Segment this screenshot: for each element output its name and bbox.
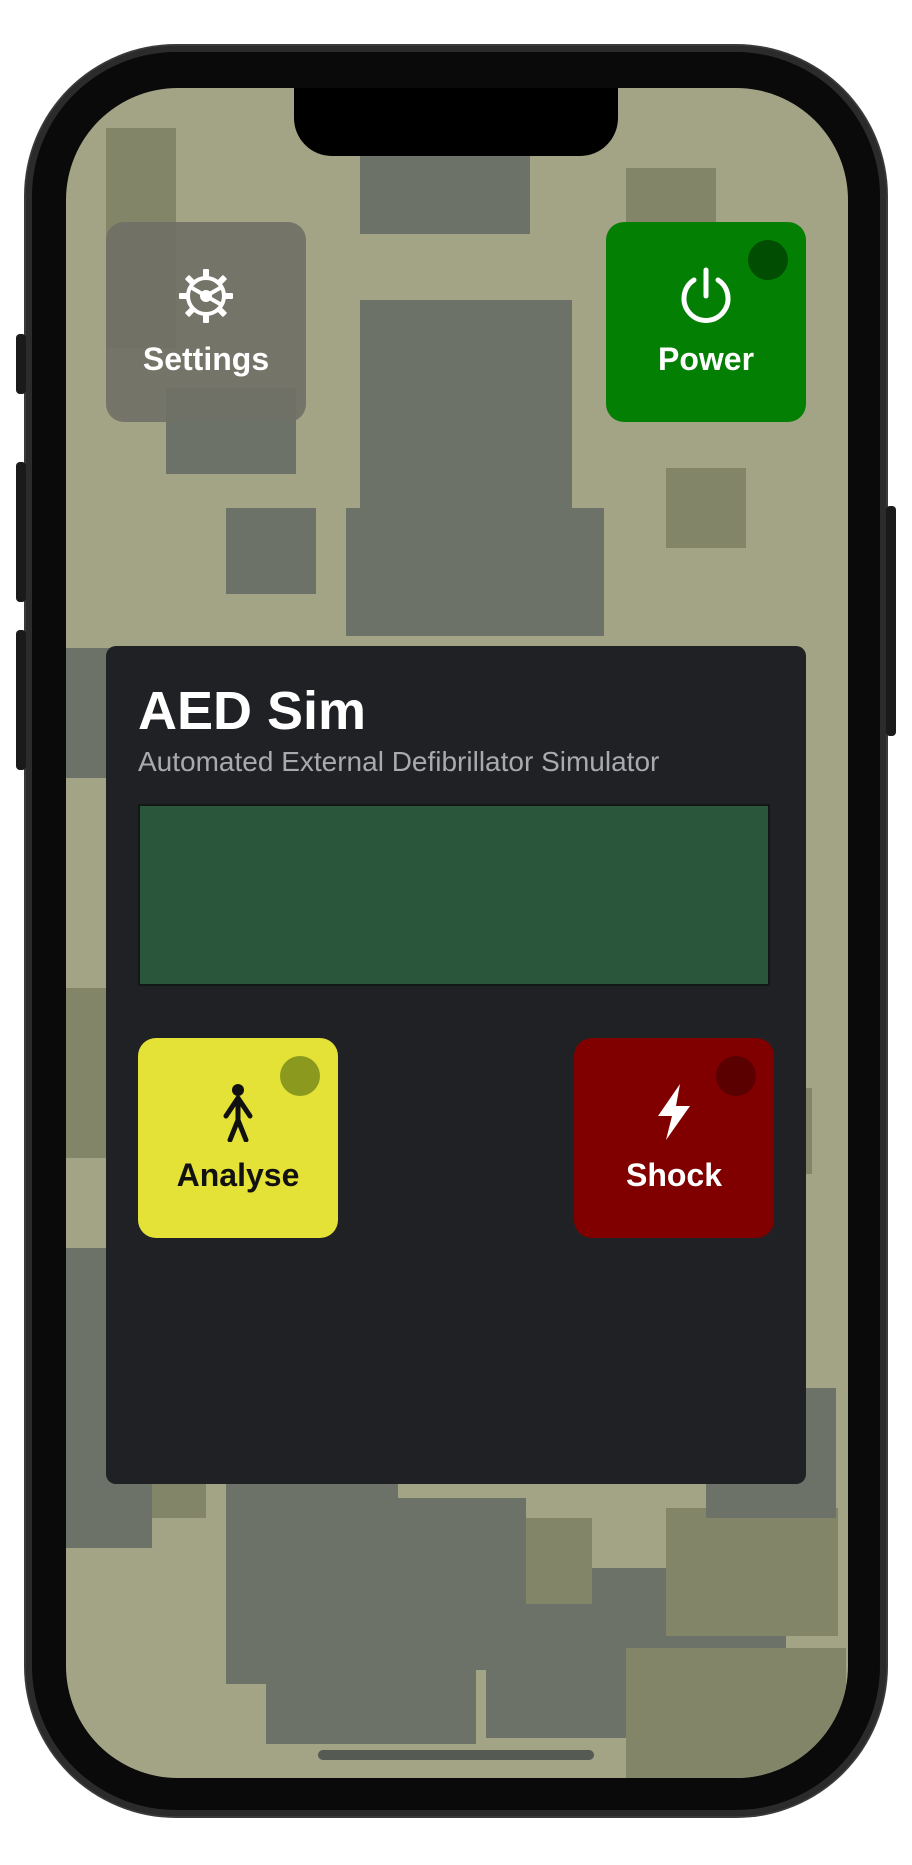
lightning-bolt-icon — [652, 1082, 696, 1147]
analyse-indicator-led — [280, 1056, 320, 1096]
home-indicator[interactable] — [318, 1750, 594, 1760]
shock-indicator-led — [716, 1056, 756, 1096]
power-indicator-led — [748, 240, 788, 280]
app-subtitle: Automated External Defibrillator Simulat… — [138, 746, 660, 777]
analyse-label: Analyse — [176, 1157, 300, 1193]
side-power-button — [886, 506, 896, 736]
analyse-button[interactable]: Analyse — [138, 1038, 338, 1238]
app-title: AED Sim — [138, 681, 367, 741]
camera-notch — [294, 88, 618, 156]
mute-switch — [16, 334, 26, 394]
shock-button[interactable]: Shock — [574, 1038, 774, 1238]
aed-panel: AED Sim Automated External Defibrillator… — [106, 646, 806, 1484]
volume-down-button — [16, 630, 26, 770]
gear-icon — [176, 266, 236, 331]
power-icon — [676, 266, 736, 331]
person-icon — [216, 1082, 260, 1147]
ecg-display — [138, 804, 770, 986]
settings-button[interactable]: Settings — [106, 222, 306, 422]
settings-label: Settings — [142, 341, 270, 377]
power-button[interactable]: Power — [606, 222, 806, 422]
volume-up-button — [16, 462, 26, 602]
power-label: Power — [657, 341, 755, 377]
shock-label: Shock — [625, 1157, 723, 1193]
